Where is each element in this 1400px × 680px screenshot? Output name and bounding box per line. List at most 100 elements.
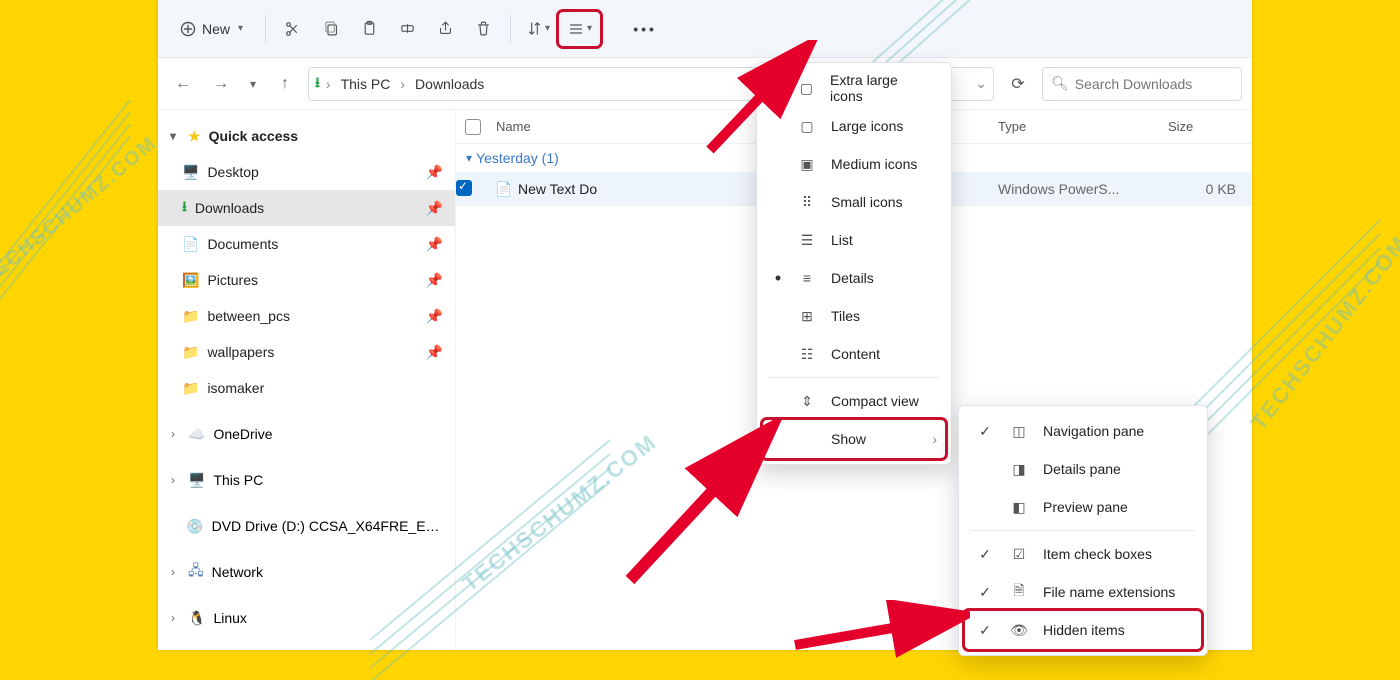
disc-icon: 💿: [186, 518, 203, 535]
menu-item-tiles[interactable]: ⊞Tiles: [763, 297, 945, 335]
search-box[interactable]: 🔍︎: [1042, 67, 1242, 101]
sidebar-item-pictures[interactable]: 🖼️ Pictures 📌: [158, 262, 455, 298]
compact-icon: ⇕: [797, 393, 817, 410]
chevron-down-icon: ▾: [587, 23, 592, 34]
menu-item-content[interactable]: ☷Content: [763, 335, 945, 373]
check-icon: ✓: [975, 423, 995, 440]
annotation-arrow: [790, 600, 970, 660]
menu-item-details-pane[interactable]: ◨Details pane: [965, 450, 1201, 488]
sidebar-onedrive[interactable]: › ☁️ OneDrive: [158, 416, 455, 452]
menu-separator: [769, 377, 939, 378]
crumb-downloads[interactable]: Downloads: [411, 74, 488, 94]
arrow-right-icon: →: [213, 75, 229, 93]
check-icon: ✓: [975, 584, 995, 601]
refresh-button[interactable]: ⟳: [1002, 68, 1034, 100]
view-list-icon: [567, 21, 585, 37]
search-input[interactable]: [1075, 76, 1233, 92]
menu-item-preview-pane[interactable]: ◧Preview pane: [965, 488, 1201, 526]
sidebar-item-wallpapers[interactable]: 📁 wallpapers 📌: [158, 334, 455, 370]
menu-item-small-icons[interactable]: ⠿Small icons: [763, 183, 945, 221]
delete-button[interactable]: [466, 12, 500, 46]
chevron-down-icon: ▾: [166, 129, 180, 143]
sidebar-quick-access[interactable]: ▾ ★ Quick access: [158, 118, 455, 154]
sidebar-label: DVD Drive (D:) CCSA_X64FRE_EN-US_D: [212, 518, 443, 534]
download-icon: ⭳: [182, 196, 187, 220]
view-button[interactable]: ▾: [559, 12, 600, 46]
sidebar-item-between-pcs[interactable]: 📁 between_pcs 📌: [158, 298, 455, 334]
sidebar-label: Desktop: [207, 164, 258, 180]
sidebar-item-desktop[interactable]: 🖥️ Desktop 📌: [158, 154, 455, 190]
watermark: TECHSCHUMZ.COM: [1246, 231, 1400, 436]
menu-item-file-name-extensions[interactable]: ✓🗎File name extensions: [965, 573, 1201, 611]
new-button[interactable]: New ▾: [168, 12, 255, 46]
menu-item-item-check-boxes[interactable]: ✓☑Item check boxes: [965, 535, 1201, 573]
arrow-up-icon: ↑: [281, 75, 289, 93]
cut-button[interactable]: [276, 12, 310, 46]
annotation-arrow: [700, 40, 820, 160]
sidebar-label: between_pcs: [207, 308, 290, 324]
sidebar-item-documents[interactable]: 📄 Documents 📌: [158, 226, 455, 262]
navigation-pane: ▾ ★ Quick access 🖥️ Desktop 📌 ⭳ Download…: [158, 110, 456, 650]
sidebar-label: wallpapers: [207, 344, 274, 360]
network-icon: 🖧: [188, 560, 204, 584]
cloud-icon: ☁️: [188, 426, 205, 443]
col-size[interactable]: Size: [1162, 119, 1242, 134]
linux-icon: 🐧: [188, 610, 205, 627]
crumb-separator: ›: [326, 76, 331, 92]
menu-item-details[interactable]: •≡Details: [763, 259, 945, 297]
nav-pane-icon: ◫: [1009, 423, 1029, 440]
file-type-cell: Windows PowerS...: [992, 181, 1162, 197]
menu-item-compact-view[interactable]: ⇕Compact view: [763, 382, 945, 420]
sidebar-label: Downloads: [195, 200, 264, 216]
show-submenu: ✓◫Navigation pane ◨Details pane ◧Preview…: [958, 405, 1208, 656]
file-icon: 📄: [496, 181, 512, 197]
arrow-left-icon: ←: [175, 75, 191, 93]
sidebar-dvd-drive[interactable]: › 💿 DVD Drive (D:) CCSA_X64FRE_EN-US_D: [158, 508, 455, 544]
sidebar-item-isomaker[interactable]: 📁 isomaker: [158, 370, 455, 406]
watermark: TECHSCHUMZ.COM: [0, 132, 162, 291]
menu-item-show[interactable]: Show: [763, 420, 945, 458]
folder-icon: 📁: [182, 308, 199, 325]
sidebar-item-downloads[interactable]: ⭳ Downloads 📌: [158, 190, 455, 226]
menu-item-navigation-pane[interactable]: ✓◫Navigation pane: [965, 412, 1201, 450]
sidebar-this-pc[interactable]: › 🖥️ This PC: [158, 462, 455, 498]
sidebar-linux[interactable]: › 🐧 Linux: [158, 600, 455, 636]
forward-button[interactable]: →: [206, 69, 236, 99]
back-button[interactable]: ←: [168, 69, 198, 99]
paste-button[interactable]: [352, 12, 386, 46]
chevron-right-icon: ›: [166, 427, 180, 441]
menu-item-list[interactable]: ☰List: [763, 221, 945, 259]
row-checkbox[interactable]: [456, 180, 490, 199]
checkbox-icon: ☑: [1009, 546, 1029, 563]
chevron-down-icon: ▾: [250, 77, 256, 91]
sidebar-label: isomaker: [207, 380, 264, 396]
annotation-arrow: [620, 420, 790, 590]
recent-dropdown[interactable]: ▾: [244, 69, 262, 99]
check-icon: ✓: [975, 622, 995, 639]
share-button[interactable]: [428, 12, 462, 46]
crumb-separator: ›: [400, 76, 405, 92]
sidebar-label: Network: [212, 564, 263, 580]
chevron-down-icon: ▾: [238, 23, 243, 34]
sidebar-network[interactable]: › 🖧 Network: [158, 554, 455, 590]
copy-icon: [323, 20, 340, 37]
sort-button[interactable]: ▾: [521, 12, 555, 46]
separator: [510, 15, 511, 43]
ellipsis-icon: •••: [633, 21, 657, 37]
col-type[interactable]: Type: [992, 119, 1162, 134]
crumb-this-pc[interactable]: This PC: [337, 74, 395, 94]
up-button[interactable]: ↑: [270, 69, 300, 99]
pin-icon: 📌: [426, 164, 443, 181]
rename-button[interactable]: [390, 12, 424, 46]
search-icon: 🔍︎: [1051, 75, 1069, 92]
chevron-down-icon[interactable]: ⌄: [975, 75, 987, 92]
sidebar-label: Linux: [213, 610, 246, 626]
star-icon: ★: [188, 128, 201, 145]
select-all-checkbox[interactable]: [456, 119, 490, 135]
more-button[interactable]: •••: [628, 12, 662, 46]
sidebar-label: Pictures: [207, 272, 258, 288]
menu-item-hidden-items[interactable]: ✓👁Hidden items: [965, 611, 1201, 649]
sidebar-label: OneDrive: [213, 426, 272, 442]
pin-icon: 📌: [426, 200, 443, 217]
copy-button[interactable]: [314, 12, 348, 46]
